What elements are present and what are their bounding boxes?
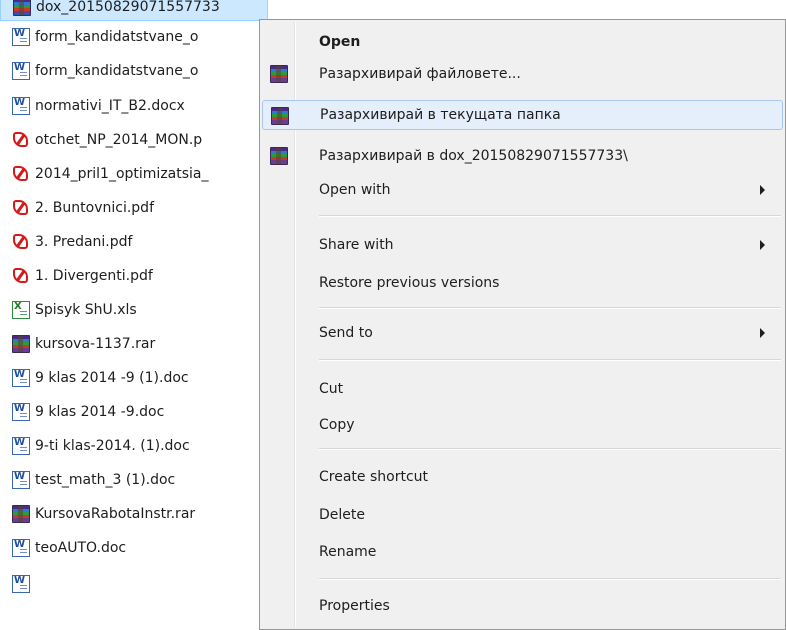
file-item[interactable]: KursovaRabotaInstr.rar [0, 500, 268, 528]
menu-label: Разархивирай в dox_20150829071557733\ [319, 148, 628, 164]
file-name: test_math_3 (1).doc [35, 472, 176, 488]
menu-item-rename[interactable]: Rename [262, 537, 783, 567]
file-name: normativi_IT_B2.docx [35, 98, 185, 114]
menu-label: Properties [319, 598, 390, 614]
file-item[interactable]: normativi_IT_B2.docx [0, 92, 268, 120]
menu-item-open-with[interactable]: Open with [262, 175, 783, 205]
menu-label: Delete [319, 507, 365, 523]
file-item[interactable]: 2014_pril1_optimizatsia_ [0, 160, 268, 188]
file-item[interactable]: Spisyk ShU.xls [0, 296, 268, 324]
rar-icon [12, 505, 30, 523]
menu-item-properties[interactable]: Properties [262, 591, 783, 621]
menu-label: Rename [319, 544, 377, 560]
file-name: 1. Divergenti.pdf [35, 268, 153, 284]
menu-item-extract-here[interactable]: Разархивирай в текущата папка [262, 100, 783, 130]
menu-label: Share with [319, 237, 394, 253]
menu-label: Send to [319, 325, 373, 341]
file-name: 3. Predani.pdf [35, 234, 133, 250]
menu-item-open[interactable]: Open [262, 27, 783, 57]
file-item[interactable]: 3. Predani.pdf [0, 228, 268, 256]
menu-item-extract-to-folder[interactable]: Разархивирай в dox_20150829071557733\ [262, 141, 783, 171]
file-item[interactable]: form_kandidatstvane_o [0, 57, 268, 85]
submenu-arrow-icon [760, 185, 765, 195]
file-item[interactable]: form_kandidatstvane_o [0, 23, 268, 51]
menu-label: Разархивирай в текущата папка [320, 107, 561, 123]
file-name: KursovaRabotaInstr.rar [35, 506, 196, 522]
winrar-icon [270, 147, 288, 165]
menu-label: Copy [319, 417, 355, 433]
menu-label: Разархивирай файловете... [319, 66, 521, 82]
excel-icon [12, 301, 30, 319]
pdf-icon [12, 267, 30, 285]
menu-item-restore-previous-versions[interactable]: Restore previous versions [262, 268, 783, 298]
pdf-icon [12, 165, 30, 183]
pdf-icon [12, 199, 30, 217]
file-name: 2014_pril1_optimizatsia_ [35, 166, 209, 182]
file-name: Spisyk ShU.xls [35, 302, 137, 318]
menu-item-cut[interactable]: Cut [262, 374, 783, 404]
menu-separator [319, 307, 781, 309]
winrar-icon [270, 65, 288, 83]
file-name: kursova-1137.rar [35, 336, 156, 352]
word-doc-icon [12, 403, 30, 421]
word-doc-icon [12, 539, 30, 557]
word-doc-icon [12, 97, 30, 115]
file-name: 2. Buntovnici.pdf [35, 200, 154, 216]
pdf-icon [12, 233, 30, 251]
file-name: form_kandidatstvane_o [35, 29, 199, 45]
word-doc-icon [12, 28, 30, 46]
menu-label: Restore previous versions [319, 275, 500, 291]
file-name: 9 klas 2014 -9 (1).doc [35, 370, 189, 386]
pdf-icon [12, 131, 30, 149]
submenu-arrow-icon [760, 240, 765, 250]
rar-icon [12, 335, 30, 353]
file-list: dox_20150829071557733 form_kandidatstvan… [0, 0, 270, 630]
menu-separator [319, 359, 781, 361]
file-item[interactable] [0, 570, 268, 598]
word-doc-icon [12, 575, 30, 593]
word-doc-icon [12, 437, 30, 455]
menu-separator [319, 448, 781, 450]
file-item[interactable]: 9 klas 2014 -9.doc [0, 398, 268, 426]
word-doc-icon [12, 62, 30, 80]
menu-label: Cut [319, 381, 344, 397]
menu-item-share-with[interactable]: Share with [262, 230, 783, 260]
file-item[interactable]: 1. Divergenti.pdf [0, 262, 268, 290]
menu-item-create-shortcut[interactable]: Create shortcut [262, 462, 783, 492]
menu-item-copy[interactable]: Copy [262, 410, 783, 440]
context-menu: Open Разархивирай файловете... Разархиви… [259, 19, 786, 630]
menu-label: Create shortcut [319, 469, 429, 485]
file-item[interactable]: teoAUTO.doc [0, 534, 268, 562]
file-name: otchet_NP_2014_MON.p [35, 132, 203, 148]
rar-icon [13, 0, 31, 16]
file-item-dox-archive[interactable]: dox_20150829071557733 [0, 0, 268, 21]
file-name: dox_20150829071557733 [36, 0, 220, 15]
menu-label: Open with [319, 182, 391, 198]
menu-item-send-to[interactable]: Send to [262, 318, 783, 348]
word-doc-icon [12, 471, 30, 489]
file-name: teoAUTO.doc [35, 540, 127, 556]
file-item[interactable]: test_math_3 (1).doc [0, 466, 268, 494]
menu-separator [319, 578, 781, 580]
menu-separator [319, 215, 781, 217]
file-name: 9 klas 2014 -9.doc [35, 404, 165, 420]
file-item[interactable]: kursova-1137.rar [0, 330, 268, 358]
file-name: 9-ti klas-2014. (1).doc [35, 438, 190, 454]
file-item[interactable]: otchet_NP_2014_MON.p [0, 126, 268, 154]
menu-label: Open [319, 34, 361, 50]
word-doc-icon [12, 369, 30, 387]
menu-item-extract-files[interactable]: Разархивирай файловете... [262, 59, 783, 89]
file-name: form_kandidatstvane_o [35, 63, 199, 79]
file-item[interactable]: 9 klas 2014 -9 (1).doc [0, 364, 268, 392]
winrar-icon [271, 107, 289, 125]
submenu-arrow-icon [760, 328, 765, 338]
menu-item-delete[interactable]: Delete [262, 500, 783, 530]
file-item[interactable]: 9-ti klas-2014. (1).doc [0, 432, 268, 460]
file-item[interactable]: 2. Buntovnici.pdf [0, 194, 268, 222]
